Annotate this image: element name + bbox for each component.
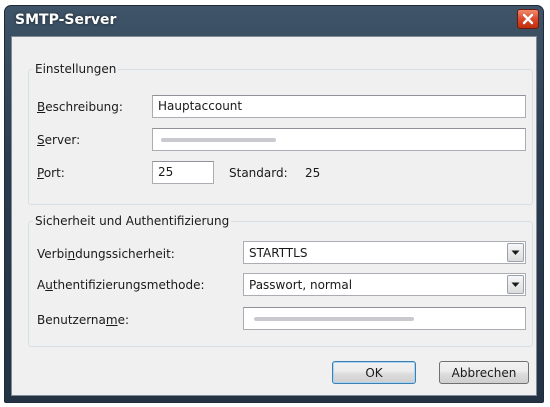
auth-method-select[interactable]: Passwort, normal [243,273,526,296]
connection-security-value: STARTTLS [249,246,308,260]
window-title: SMTP-Server [15,12,117,28]
title-bar[interactable]: SMTP-Server [5,6,543,36]
default-port-label: Standard: [229,166,288,180]
description-label: Beschreibung: [37,100,123,114]
settings-group-legend: Einstellungen [35,62,117,76]
username-label: Benutzername: [37,313,130,327]
close-icon [522,13,534,25]
dialog-body: Einstellungen Beschreibung: Hauptaccount… [11,36,537,396]
redacted-server-value [161,138,276,142]
auth-method-label: Authentifizierungsmethode: [37,278,205,292]
connection-security-select[interactable]: STARTTLS [243,241,526,264]
chevron-down-icon [511,282,520,287]
server-label: Server: [37,133,81,147]
connection-security-dropdown-button[interactable] [507,243,524,262]
default-port-value: 25 [305,166,321,180]
auth-method-dropdown-button[interactable] [507,275,524,294]
close-button[interactable] [517,9,539,29]
chevron-down-icon [511,250,520,255]
redacted-username-value [254,317,414,321]
connection-security-label: Verbindungssicherheit: [37,247,175,261]
server-input[interactable] [152,128,526,151]
cancel-button[interactable]: Abbrechen [439,361,529,384]
auth-method-value: Passwort, normal [249,278,353,292]
security-group-legend: Sicherheit und Authentifizierung [35,214,230,228]
ok-button[interactable]: OK [332,361,416,384]
port-input[interactable]: 25 [152,161,214,184]
username-input[interactable] [243,307,526,330]
description-input[interactable]: Hauptaccount [152,95,526,118]
smtp-server-dialog: SMTP-Server Einstellungen Beschreibung: … [4,5,544,403]
port-label: Port: [37,166,65,180]
